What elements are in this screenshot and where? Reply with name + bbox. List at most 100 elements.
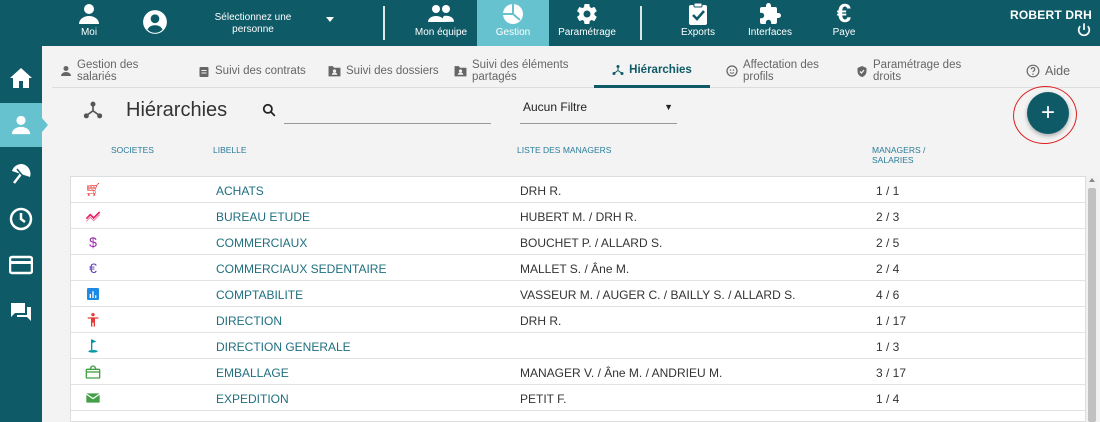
- nav-paye[interactable]: € Paye: [822, 0, 866, 46]
- table-row[interactable]: 🛒︎ ACHATS DRH R. 1 / 1: [71, 177, 1087, 203]
- pie-chart-icon: [503, 4, 523, 24]
- top-bar: Moi Sélectionnez une personne Mon équipe…: [0, 0, 1100, 46]
- tab-label: Suivi des dossiers: [346, 65, 439, 77]
- nav-gestion-label: Gestion: [495, 27, 531, 38]
- sidebar-item-time[interactable]: [0, 197, 42, 241]
- hierarchy-icon: [83, 101, 103, 119]
- table-row[interactable]: DIRECTION GENERALE 1 / 3: [71, 333, 1087, 359]
- assignment-icon: [199, 66, 209, 77]
- cell-ratio: 1 / 4: [876, 392, 900, 406]
- sidebar-item-chat[interactable]: [0, 290, 42, 334]
- euro-icon: €: [836, 0, 852, 28]
- nav-interfaces[interactable]: Interfaces: [744, 0, 796, 46]
- cell-ratio: 1 / 17: [876, 314, 907, 328]
- column-header-societes[interactable]: SOCIETES: [111, 145, 154, 155]
- tab-suivi-elements-partages[interactable]: Suivi des éléments partagés: [454, 54, 584, 88]
- power-icon[interactable]: [1076, 22, 1092, 38]
- cell-ratio: 2 / 5: [876, 236, 900, 250]
- user-name[interactable]: ROBERT DRH: [1010, 8, 1092, 22]
- sub-tabs: Gestion des salariés Suivi des contrats …: [52, 54, 1100, 88]
- cell-libelle: EMBALLAGE: [216, 366, 289, 380]
- search-icon: [262, 103, 276, 117]
- nav-parametrage-label: Paramétrage: [558, 27, 616, 38]
- forum-icon: [11, 303, 31, 321]
- nav-parametrage[interactable]: Paramétrage: [552, 0, 622, 46]
- filter-value: Aucun Filtre: [523, 100, 588, 114]
- tab-aide[interactable]: Aide: [1026, 54, 1086, 88]
- cell-libelle: COMMERCIAUX SEDENTAIRE: [216, 262, 387, 276]
- table-row[interactable]: BUREAU ETUDE HUBERT M. / DRH R. 2 / 3: [71, 203, 1087, 229]
- scroll-up-arrow-icon[interactable]: [1089, 178, 1095, 182]
- column-header-libelle[interactable]: LIBELLE: [213, 145, 247, 155]
- add-hierarchy-button[interactable]: +: [1027, 92, 1069, 134]
- account-circle-icon: [143, 10, 167, 34]
- cell-ratio: 2 / 3: [876, 210, 900, 224]
- plus-icon: +: [1040, 99, 1055, 126]
- top-separator: [383, 6, 385, 40]
- tab-affectation-profils[interactable]: Affectation des profils: [726, 54, 846, 88]
- cell-ratio: 1 / 1: [876, 184, 900, 198]
- chart-icon: [87, 288, 99, 300]
- nav-paye-label: Paye: [832, 27, 856, 38]
- cell-managers: BOUCHET P. / ALLARD S.: [520, 236, 663, 250]
- column-header-ratio[interactable]: MANAGERS / SALARIES: [872, 145, 942, 165]
- cell-managers: PETIT F.: [520, 392, 567, 406]
- cell-managers: VASSEUR M. / AUGER C. / BAILLY S. / ALLA…: [520, 288, 796, 302]
- nav-mon-equipe[interactable]: Mon équipe: [406, 0, 476, 46]
- column-header-managers[interactable]: LISTE DES MANAGERS: [517, 145, 611, 155]
- page-title: Hiérarchies: [126, 99, 228, 121]
- trend-icon: [85, 211, 101, 222]
- nav-gestion[interactable]: Gestion: [477, 0, 549, 46]
- nav-moi[interactable]: Moi: [66, 0, 112, 46]
- table-row[interactable]: EMBALLAGE MANAGER V. / Âne M. / ANDRIEU …: [71, 359, 1087, 385]
- cell-ratio: 4 / 6: [876, 288, 900, 302]
- sidebar-item-beach[interactable]: [0, 151, 42, 195]
- chevron-down-icon: [326, 17, 334, 22]
- nav-exports[interactable]: Exports: [672, 0, 724, 46]
- cell-libelle: COMMERCIAUX: [216, 236, 308, 250]
- table-row[interactable]: EXPEDITION PETIT F. 1 / 4: [71, 385, 1087, 411]
- table-scrollbar[interactable]: [1086, 176, 1098, 422]
- dollar-icon: $: [89, 234, 97, 250]
- tab-suivi-dossiers[interactable]: Suivi des dossiers: [328, 54, 468, 88]
- tab-parametrage-droits[interactable]: Paramétrage des droits: [856, 54, 986, 88]
- group-icon: [428, 5, 454, 22]
- person-icon: [11, 115, 31, 135]
- table-row[interactable]: $ COMMERCIAUX BOUCHET P. / ALLARD S. 2 /…: [71, 229, 1087, 255]
- folder-account-icon: [328, 66, 341, 77]
- sidebar-item-card[interactable]: [0, 243, 42, 287]
- nav-moi-label: Moi: [80, 27, 98, 38]
- tab-hierarchies[interactable]: Hiérarchies: [594, 54, 710, 88]
- tab-gestion-salaries[interactable]: Gestion des salariés: [60, 54, 180, 88]
- help-circle-icon: [1026, 64, 1040, 78]
- tab-label: Aide: [1045, 64, 1071, 78]
- scroll-thumb[interactable]: [1088, 188, 1096, 422]
- credit-card-icon: [9, 255, 33, 275]
- tab-suivi-contrats[interactable]: Suivi des contrats: [198, 54, 338, 88]
- table-row[interactable]: € COMMERCIAUX SEDENTAIRE MALLET S. / Âne…: [71, 255, 1087, 281]
- mail-icon: [85, 393, 101, 403]
- person-select[interactable]: Sélectionnez une personne: [138, 0, 348, 46]
- cell-managers: HUBERT M. / DRH R.: [520, 210, 637, 224]
- person-icon: [87, 313, 99, 327]
- folder-shared-icon: [454, 66, 467, 77]
- golf-icon: [88, 339, 98, 353]
- sidebar-item-person[interactable]: [0, 103, 48, 147]
- table-row[interactable]: DIRECTION DRH R. 1 / 17: [71, 307, 1087, 333]
- filter-select[interactable]: Aucun Filtre ▼: [520, 96, 677, 124]
- person-icon: [61, 66, 71, 76]
- search-input[interactable]: [284, 100, 491, 124]
- cell-libelle: DIRECTION GENERALE: [216, 340, 351, 354]
- person-select-label: Sélectionnez une personne: [214, 12, 292, 35]
- cell-libelle: COMPTABILITE: [216, 288, 304, 302]
- cell-managers: MALLET S. / Âne M.: [520, 262, 630, 276]
- cell-libelle: BUREAU ETUDE: [216, 210, 311, 224]
- hierarchy-table: 🛒︎ ACHATS DRH R. 1 / 1 BUREAU ETUDE HUBE…: [70, 176, 1087, 422]
- clock-icon: [9, 207, 33, 231]
- sidebar-item-home[interactable]: [0, 56, 42, 100]
- cell-libelle: EXPEDITION: [216, 392, 289, 406]
- table-row[interactable]: COMPTABILITE VASSEUR M. / AUGER C. / BAI…: [71, 281, 1087, 307]
- shield-check-icon: [857, 65, 867, 77]
- cart-icon: 🛒︎: [84, 182, 102, 197]
- euro-icon: €: [89, 260, 97, 276]
